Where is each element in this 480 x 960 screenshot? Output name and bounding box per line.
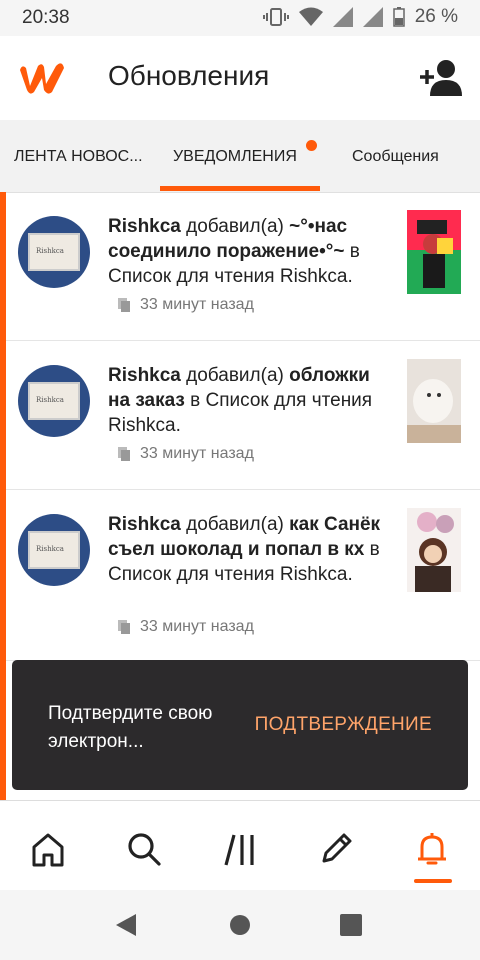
user-name: Rishkca (108, 365, 181, 386)
notification-text: Rishkca добавил(а) обложки на заказ в Сп… (108, 365, 373, 436)
timestamp: 33 минут назад (140, 445, 254, 462)
confirm-button[interactable]: ПОДТВЕРЖДЕНИЕ (255, 714, 432, 736)
avatar[interactable]: Rishkca (18, 514, 90, 586)
story-cover[interactable] (407, 508, 461, 592)
signal-icon (332, 7, 353, 27)
recents-icon[interactable] (340, 914, 362, 936)
preposition: в (190, 390, 201, 411)
notifications-list: Rishkca Rishkca добавил(а) ~°•нас соедин… (6, 192, 480, 661)
action-text: добавил(а) (186, 365, 284, 386)
battery-icon (392, 7, 405, 27)
status-time: 20:38 (22, 7, 70, 28)
timestamp: 33 минут назад (140, 296, 254, 313)
reading-list-name: Список для чтения Rishkca (108, 266, 348, 287)
list-item[interactable]: Rishkca Rishkca добавил(а) как Санёк съе… (6, 490, 480, 661)
search-icon[interactable] (124, 829, 164, 869)
notifications-icon[interactable] (412, 829, 452, 869)
system-navigation-bar (0, 890, 480, 960)
preposition: в (349, 241, 360, 262)
user-name: Rishkca (108, 216, 181, 237)
avatar[interactable]: Rishkca (18, 365, 90, 437)
library-icon[interactable] (220, 829, 260, 869)
snackbar-message: Подтвердите свою электрон... (48, 703, 213, 752)
tab-messages[interactable]: Сообщения (352, 148, 439, 166)
home-button-icon[interactable] (229, 914, 251, 936)
signal-icon-2 (362, 7, 383, 27)
status-bar: 20:38 26 % (0, 0, 480, 36)
notification-dot (306, 140, 317, 151)
write-icon[interactable] (316, 829, 356, 869)
tab-active-indicator (160, 186, 320, 191)
tab-notifications[interactable]: УВЕДОМЛЕНИЯ (173, 148, 297, 166)
reading-list-name: Список для чтения Rishkca (108, 564, 348, 585)
vibrate-icon (262, 8, 289, 26)
tab-bar: ЛЕНТА НОВОС... УВЕДОМЛЕНИЯ Сообщения (0, 120, 480, 193)
notification-text: Rishkca добавил(а) ~°•нас соединило пора… (108, 216, 360, 287)
back-icon[interactable] (114, 912, 138, 938)
action-text: добавил(а) (186, 216, 284, 237)
bottom-navigation (0, 800, 480, 891)
timestamp: 33 минут назад (140, 618, 254, 635)
page-title: Обновления (108, 60, 270, 91)
document-icon (118, 298, 130, 312)
add-user-icon[interactable] (418, 58, 462, 98)
document-icon (118, 447, 130, 461)
battery-level: 26 % (414, 6, 458, 27)
avatar[interactable]: Rishkca (18, 216, 90, 288)
story-cover[interactable] (407, 210, 461, 294)
list-item[interactable]: Rishkca Rishkca добавил(а) обложки на за… (6, 341, 480, 490)
action-text: добавил(а) (186, 514, 284, 535)
app-bar: Обновления (0, 36, 480, 120)
user-name: Rishkca (108, 514, 181, 535)
nav-active-indicator (414, 879, 452, 883)
home-icon[interactable] (28, 829, 68, 869)
wifi-icon (298, 7, 323, 26)
preposition: в (369, 539, 380, 560)
tab-news-feed[interactable]: ЛЕНТА НОВОС... (14, 148, 143, 166)
wattpad-logo[interactable] (16, 60, 68, 96)
list-item[interactable]: Rishkca Rishkca добавил(а) ~°•нас соедин… (6, 192, 480, 341)
document-icon (118, 620, 130, 634)
email-confirm-snackbar: Подтвердите свою электрон... ПОДТВЕРЖДЕН… (12, 660, 468, 790)
notification-text: Rishkca добавил(а) как Санёк съел шокола… (108, 514, 381, 585)
story-cover[interactable] (407, 359, 461, 443)
